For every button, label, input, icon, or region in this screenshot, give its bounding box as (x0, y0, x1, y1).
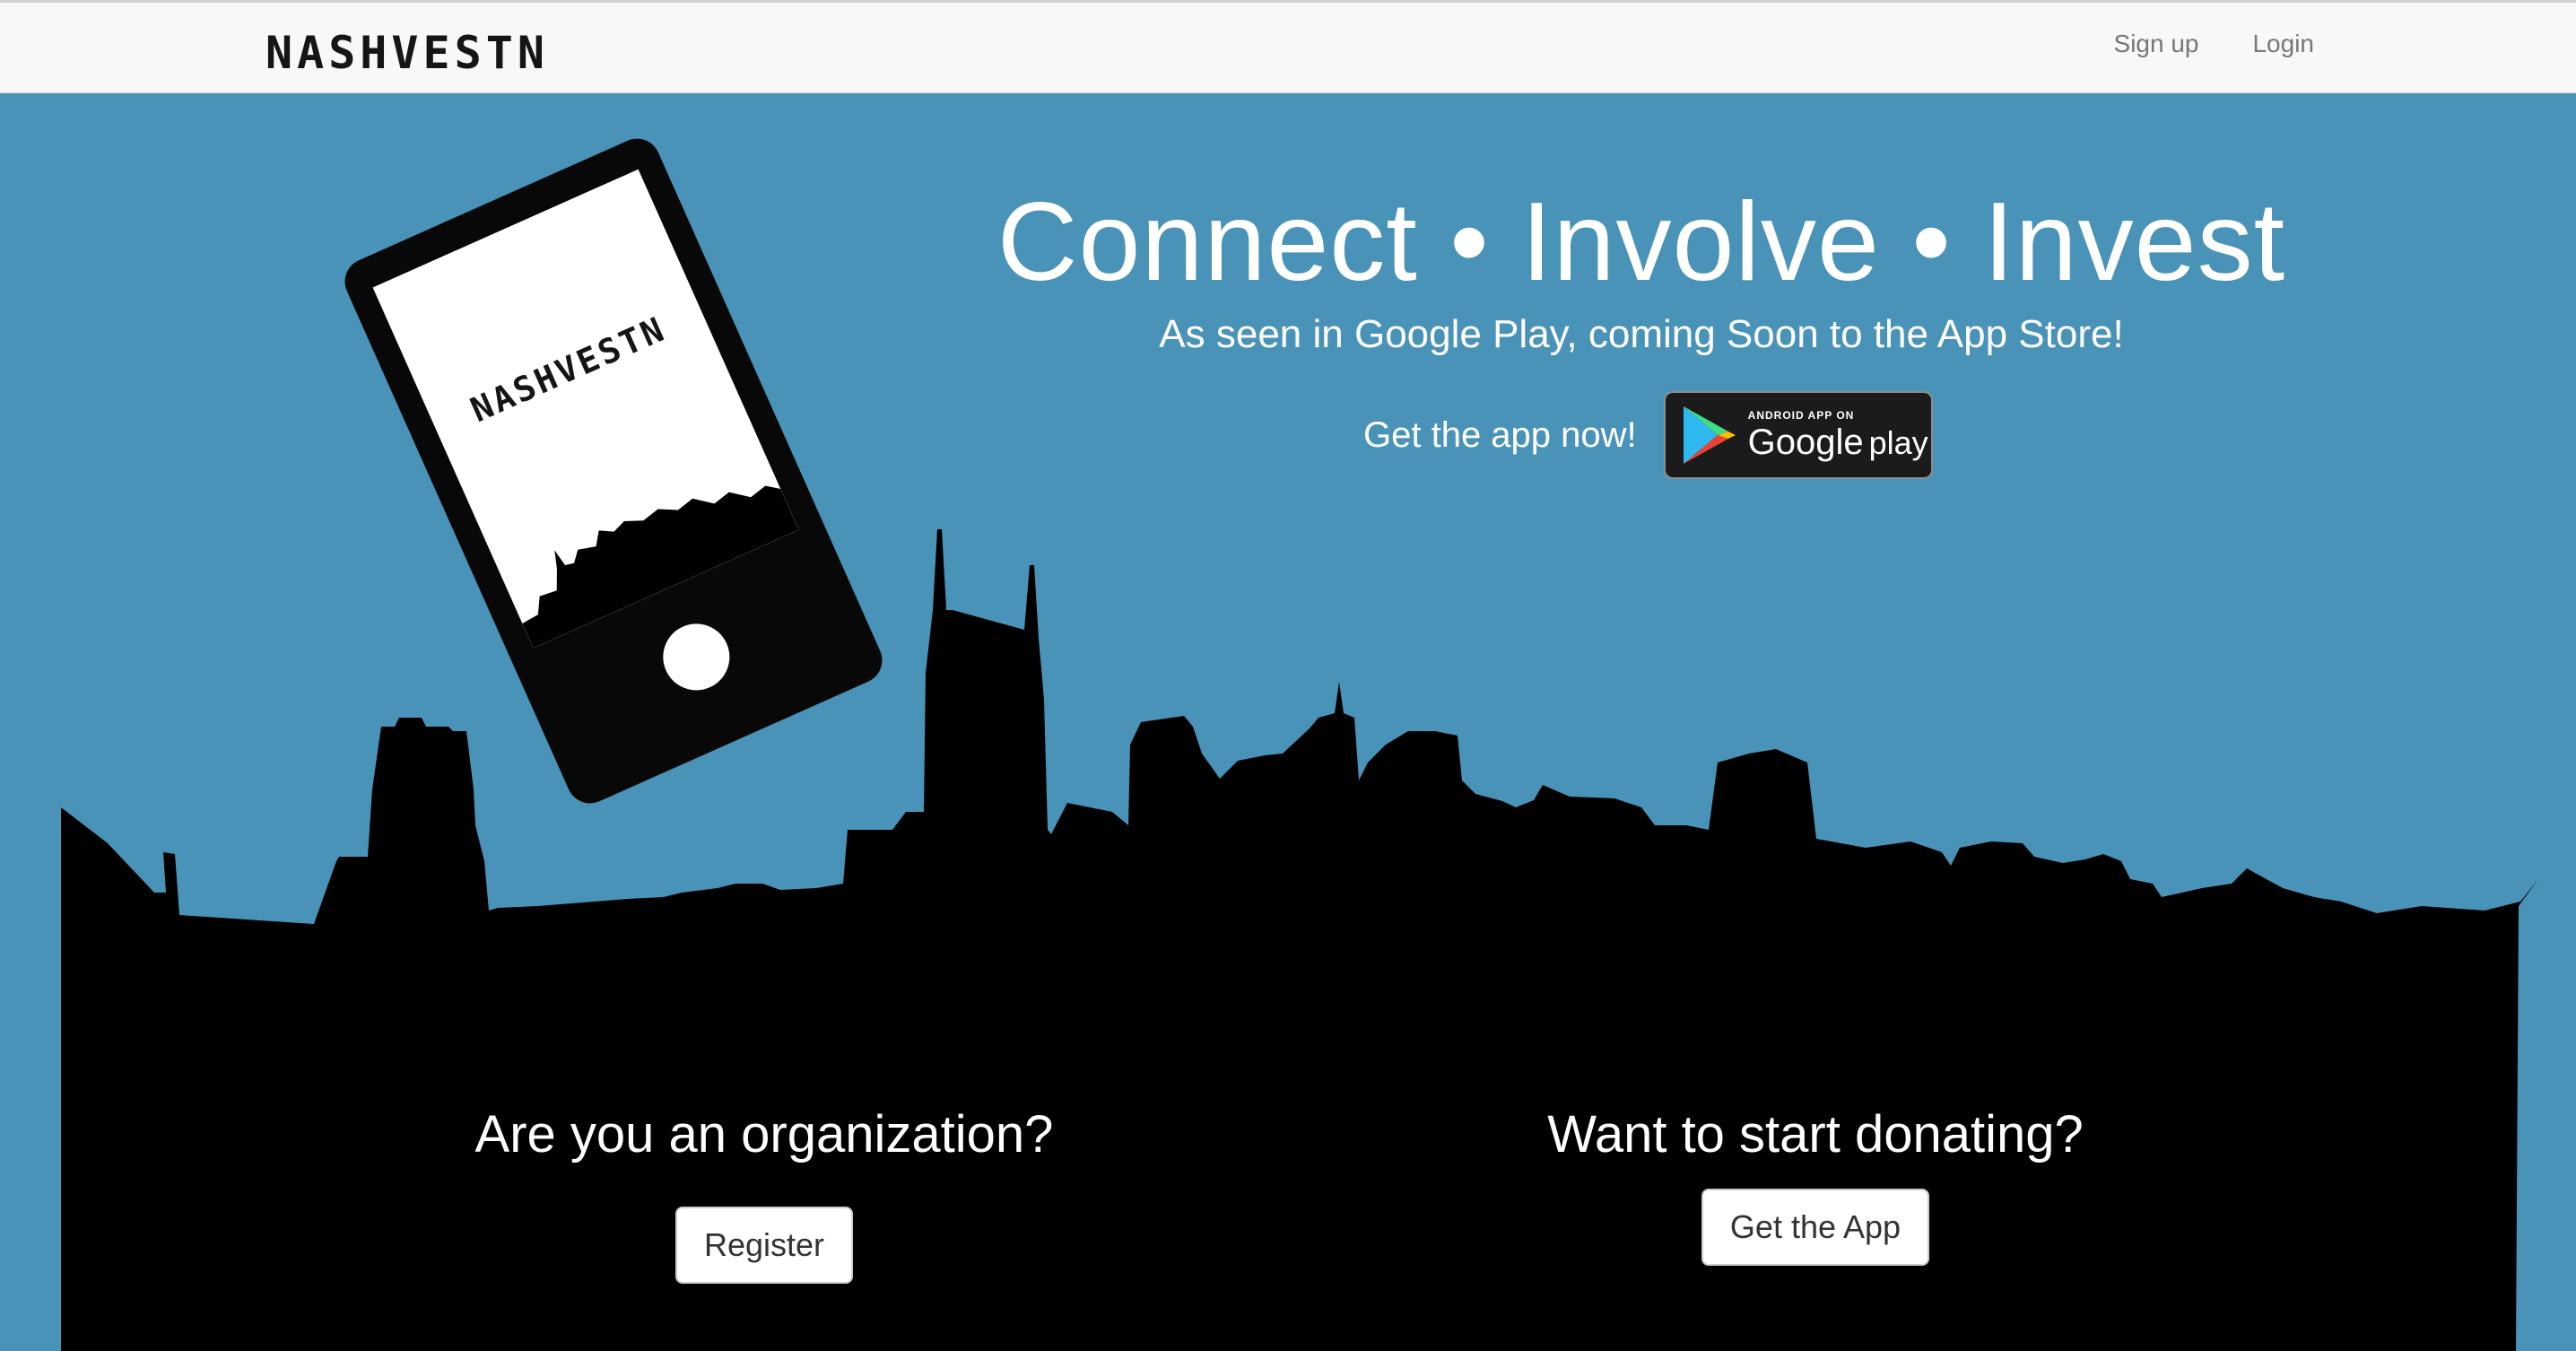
google-play-icon (1683, 406, 1736, 464)
navbar: NASHVESTN Sign up Login (0, 0, 2576, 93)
get-app-label: Get the app now! (1363, 414, 1637, 455)
signup-link[interactable]: Sign up (2114, 30, 2199, 58)
phone-skyline-graphic (522, 485, 799, 649)
phone-home-button (652, 613, 741, 702)
organization-heading: Are you an organization? (474, 1105, 1054, 1164)
google-play-texts: ANDROID APP ON Google play (1748, 410, 1928, 460)
google-play-badge[interactable]: ANDROID APP ON Google play (1663, 391, 1933, 479)
organization-cta: Are you an organization? Register (450, 1099, 1078, 1284)
donor-heading: Want to start donating? (1547, 1105, 2084, 1164)
hero-subtitle: As seen in Google Play, coming Soon to t… (1159, 312, 2124, 356)
login-link[interactable]: Login (2252, 30, 2314, 58)
brand-text: NASHVESTN (265, 27, 549, 79)
google-play-small-text: ANDROID APP ON (1747, 409, 1855, 422)
register-button[interactable]: Register (674, 1207, 854, 1284)
donor-cta: Want to start donating? Get the App (1501, 1099, 2129, 1266)
google-text: Google (1747, 423, 1864, 462)
get-app-row: Get the app now! ANDROID APP ON Google pl… (1363, 391, 1933, 479)
play-text: play (1868, 424, 1928, 461)
brand-logo[interactable]: NASHVESTN (265, 21, 549, 85)
get-the-app-button[interactable]: Get the App (1701, 1189, 1930, 1266)
hero-title: Connect • Involve • Invest (996, 180, 2286, 304)
phone-brand-text: NASHVESTN (465, 309, 672, 431)
nav-links: Sign up Login (2114, 30, 2314, 58)
city-skyline-graphic (61, 529, 2538, 1351)
google-play-big-text: Google play (1748, 424, 1928, 460)
